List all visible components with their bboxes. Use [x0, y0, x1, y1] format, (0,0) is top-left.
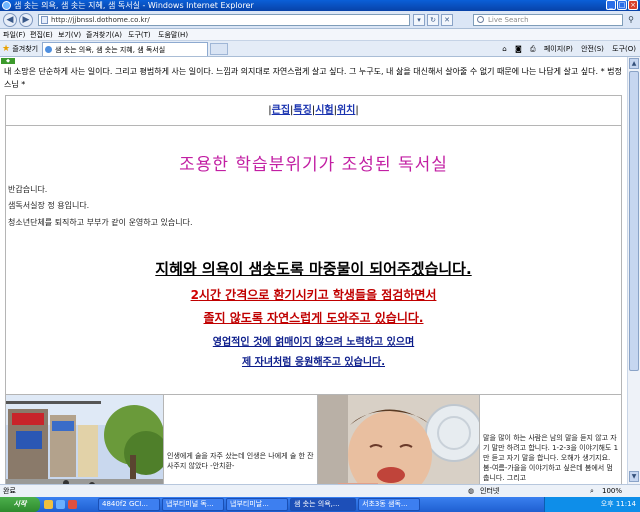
- globe-icon: ◍: [468, 487, 475, 495]
- refresh-icon[interactable]: ↻: [427, 14, 439, 26]
- slogan-line-2-text: 시간 간격으로 환기시키고 학생들을 점검하면서: [198, 288, 437, 302]
- taskbar-button-1[interactable]: 4840f2 GCI...: [98, 498, 160, 511]
- window-controls: _ □ ×: [606, 0, 638, 10]
- new-tab-button[interactable]: [210, 43, 228, 55]
- nav-exam[interactable]: 시험: [315, 105, 333, 116]
- dropdown-icon[interactable]: ▾: [413, 14, 425, 26]
- intro-line-3: 청소년단체를 퇴직하고 부부가 같이 운영하고 있습니다.: [8, 218, 193, 227]
- gallery-caption-2: 인생에게 술을 자주 샀는데 인생은 나에게 술 한 잔 사주지 않았다 -안치…: [167, 452, 314, 470]
- gallery-photo-street: [6, 395, 164, 484]
- taskbar-button-2[interactable]: 냅부티미널 독...: [162, 498, 224, 511]
- scroll-up-icon[interactable]: ▲: [629, 58, 639, 69]
- address-input[interactable]: http://jjbnssl.dothome.co.kr/: [38, 14, 410, 26]
- menu-bar: 파일(F) 편집(E) 보기(V) 즐겨찾기(A) 도구(T) 도움말(H): [0, 29, 640, 41]
- quicklaunch-ie-icon[interactable]: [56, 500, 65, 509]
- intro-line-1: 반갑습니다.: [8, 185, 48, 194]
- intro-line-2: 샘독서실장 정 용입니다.: [8, 201, 90, 210]
- search-input[interactable]: Live Search: [473, 14, 623, 26]
- quicklaunch-media-icon[interactable]: [68, 500, 77, 509]
- window-title: 샘 솟는 의욕, 샘 솟는 지혜, 샘 독서실 - Windows Intern…: [14, 1, 254, 10]
- gallery-caption-4: 말을 많이 하는 사람은 남의 말을 듣지 않고 자기 말만 하려고 합니다. …: [483, 434, 619, 482]
- gallery-photo-child: [318, 395, 480, 484]
- back-icon[interactable]: ◀: [3, 13, 17, 27]
- photo-gallery: 인생에게 술을 자주 샀는데 인생은 나에게 술 한 잔 사주지 않았다 -안치…: [6, 394, 621, 484]
- page-icon: [41, 16, 48, 24]
- taskbar: 시작 4840f2 GCI... 냅부티미널 독... 냅부티미날... 샘 솟…: [0, 497, 640, 512]
- menu-edit[interactable]: 편집(E): [30, 29, 53, 41]
- zoom-icon[interactable]: ⌕: [590, 485, 594, 497]
- start-button[interactable]: 시작: [0, 497, 40, 512]
- nav-home[interactable]: 큰집: [272, 105, 290, 116]
- nav-location[interactable]: 위치: [337, 105, 355, 116]
- close-icon[interactable]: ×: [628, 0, 638, 10]
- tab-bar: ★ 즐겨찾기 샘 솟는 의욕, 샘 솟는 지혜, 샘 독서실 ⌂ ◙ ⎙ 페이지…: [0, 41, 640, 57]
- taskbar-button-5[interactable]: 서초3동 샘독...: [358, 498, 420, 511]
- status-text: 완료: [3, 487, 16, 495]
- command-bar: ⌂ ◙ ⎙ 페이지(P) 안전(S) 도구(O): [496, 42, 636, 56]
- menu-favorites[interactable]: 즐겨찾기(A): [86, 29, 122, 41]
- safety-menu[interactable]: 안전(S): [581, 45, 604, 53]
- minimize-icon[interactable]: _: [606, 0, 616, 10]
- gallery-caption-cell: 인생에게 술을 자주 샀는데 인생은 나에게 술 한 잔 사주지 않았다 -안치…: [164, 395, 318, 484]
- content-frame: |큰집|특징|시험|위치| 조용한 학습분위기가 조성된 독서실 반갑습니다. …: [5, 95, 622, 484]
- nav-features[interactable]: 특징: [293, 105, 311, 116]
- street-photo: [6, 395, 163, 484]
- home-icon[interactable]: ⌂: [502, 45, 506, 53]
- slogan-line-2-number: 2: [190, 288, 199, 302]
- rss-icon[interactable]: ◙: [515, 45, 522, 53]
- slogan-line-4: 영업적인 것에 얽매이지 않으려 노력하고 있으며: [212, 337, 415, 348]
- quote-text: 내 소망은 단순하게 사는 일이다. 그리고 평범하게 사는 일이다. 느낌과 …: [4, 67, 622, 89]
- favorites-label: 즐겨찾기: [12, 45, 39, 53]
- search-icon[interactable]: ⚲: [626, 15, 636, 25]
- search-placeholder: Live Search: [488, 16, 529, 24]
- site-nav: |큰집|특징|시험|위치|: [6, 96, 621, 126]
- system-tray: 오후 11:14: [544, 497, 640, 512]
- tools-menu[interactable]: 도구(O): [612, 45, 636, 53]
- slogan-line-5: 제 자녀처럼 응원해주고 있습니다.: [241, 357, 386, 368]
- menu-tools[interactable]: 도구(T): [128, 29, 151, 41]
- vertical-scrollbar[interactable]: ▲ ▼: [627, 57, 640, 484]
- slogan-line-3: 졸지 않도록 자연스럽게 도와주고 있습니다.: [203, 311, 424, 325]
- address-toolbar: ◀ ▶ http://jjbnssl.dothome.co.kr/ ▾ ↻ ✕ …: [0, 11, 640, 29]
- ie-app-icon: [2, 1, 11, 10]
- child-photo: [318, 395, 479, 484]
- print-icon[interactable]: ⎙: [530, 45, 536, 53]
- tab-active[interactable]: 샘 솟는 의욕, 샘 솟는 지혜, 샘 독서실: [42, 42, 208, 56]
- security-zone: 인터넷: [480, 487, 500, 495]
- taskbar-button-3[interactable]: 냅부티미날...: [226, 498, 288, 511]
- tab-title: 샘 솟는 의욕, 샘 솟는 지혜, 샘 독서실: [55, 46, 166, 54]
- site-logo: ◆: [1, 58, 15, 64]
- maximize-icon[interactable]: □: [617, 0, 627, 10]
- favorites-star-icon: ★: [2, 44, 11, 54]
- slogan-line-1: 지혜와 의욕이 샘솟도록 마중물이 되어주겠습니다.: [155, 260, 472, 278]
- page-menu[interactable]: 페이지(P): [544, 45, 573, 53]
- forward-icon[interactable]: ▶: [19, 13, 33, 27]
- page-viewport: ◆ 내 소망은 단순하게 사는 일이다. 그리고 평범하게 사는 일이다. 느낌…: [0, 57, 627, 484]
- menu-file[interactable]: 파일(F): [3, 29, 25, 41]
- page-headline: 조용한 학습분위기가 조성된 독서실: [179, 155, 448, 175]
- live-search-icon: [477, 16, 484, 23]
- favorites-button[interactable]: ★ 즐겨찾기: [2, 42, 38, 56]
- status-bar: 완료 ◍ 인터넷 ⌕ 100%: [0, 484, 640, 497]
- zoom-level[interactable]: 100%: [602, 485, 622, 497]
- tab-page-icon: [45, 46, 52, 53]
- stop-icon[interactable]: ✕: [441, 14, 453, 26]
- quicklaunch-folder-icon[interactable]: [44, 500, 53, 509]
- scroll-down-icon[interactable]: ▼: [629, 471, 639, 482]
- window-titlebar: 샘 솟는 의욕, 샘 솟는 지혜, 샘 독서실 - Windows Intern…: [0, 0, 640, 11]
- scroll-thumb[interactable]: [629, 71, 639, 371]
- menu-help[interactable]: 도움말(H): [158, 29, 188, 41]
- slogan-line-2: 2시간 간격으로 환기시키고 학생들을 점검하면서: [6, 286, 621, 303]
- gallery-text-cell: 말을 많이 하는 사람은 남의 말을 듣지 않고 자기 말만 하려고 합니다. …: [480, 395, 621, 484]
- menu-view[interactable]: 보기(V): [58, 29, 81, 41]
- taskbar-button-4[interactable]: 샘 솟는 의욕,...: [290, 498, 356, 511]
- clock: 오후 11:14: [600, 500, 636, 508]
- address-text: http://jjbnssl.dothome.co.kr/: [51, 16, 150, 24]
